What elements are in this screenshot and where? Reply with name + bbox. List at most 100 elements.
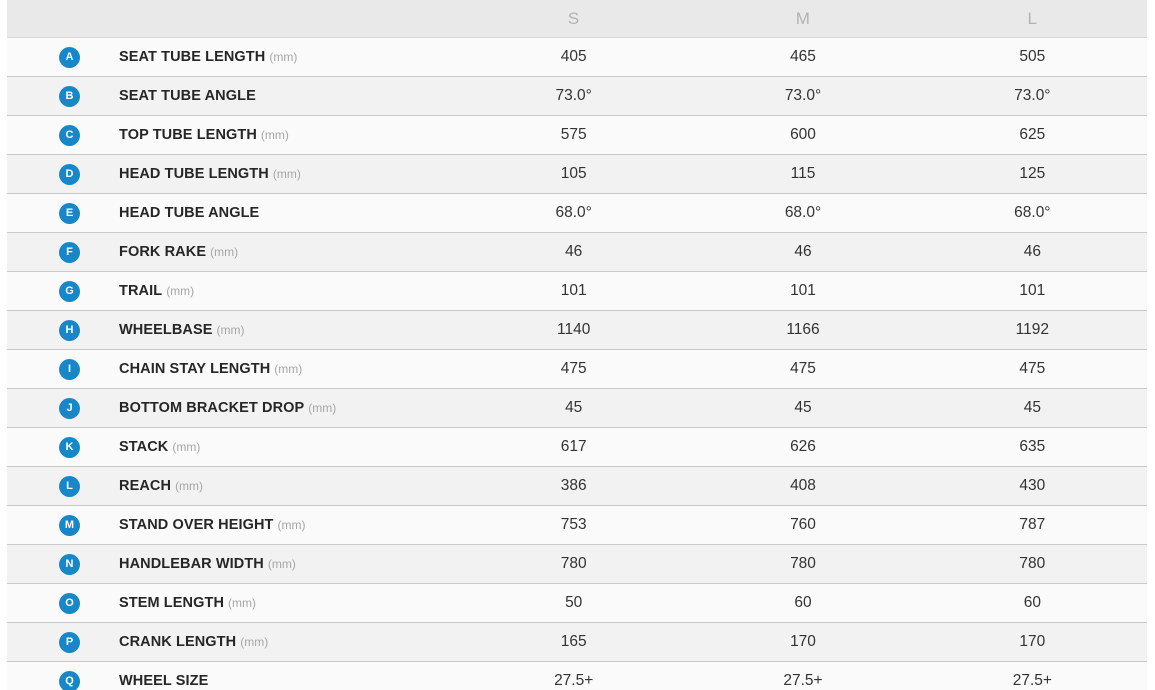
value-cell-l: 475 xyxy=(917,349,1147,389)
measurement-name: SEAT TUBE LENGTH xyxy=(119,49,266,65)
measurement-name: REACH xyxy=(119,478,172,494)
row-badge-cell: E xyxy=(7,193,119,233)
value-cell-m: 115 xyxy=(688,154,918,194)
row-badge-cell: H xyxy=(7,310,119,350)
row-badge-cell: O xyxy=(7,583,119,623)
measurement-unit: (mm) xyxy=(210,245,239,259)
value-cell-m: 780 xyxy=(688,544,918,584)
geometry-letter-badge: A xyxy=(59,46,80,68)
measurement-name: FORK RAKE xyxy=(119,244,207,260)
table-row: Q WHEEL SIZE 27.5+ 27.5+ 27.5+ xyxy=(7,661,1147,690)
measurement-unit: (mm) xyxy=(172,440,201,454)
value-cell-s: 68.0° xyxy=(459,193,689,233)
value-cell-s: 780 xyxy=(459,544,689,584)
geometry-letter-badge: I xyxy=(59,358,80,380)
geometry-letter-badge: Q xyxy=(59,670,80,690)
row-label-cell: WHEEL SIZE xyxy=(119,661,460,690)
header-row: S M L xyxy=(7,0,1147,38)
value-cell-l: 1192 xyxy=(917,310,1147,350)
row-badge-cell: P xyxy=(7,622,119,662)
header-size-l: L xyxy=(1027,8,1038,28)
value-cell-l: 68.0° xyxy=(917,193,1147,233)
row-label-cell: HEAD TUBE LENGTH (mm) xyxy=(119,154,460,194)
table-row: E HEAD TUBE ANGLE 68.0° 68.0° 68.0° xyxy=(7,193,1147,233)
measurement-name: CRANK LENGTH xyxy=(119,634,237,650)
value-cell-m: 626 xyxy=(688,427,918,467)
geometry-letter-badge: B xyxy=(59,85,80,107)
measurement-name: STAND OVER HEIGHT xyxy=(119,517,274,533)
value-cell-m: 760 xyxy=(688,505,918,545)
measurement-unit: (mm) xyxy=(274,362,303,376)
measurement-unit: (mm) xyxy=(308,401,337,415)
geometry-letter-badge: L xyxy=(59,475,80,497)
row-badge-cell: F xyxy=(7,232,119,272)
value-cell-l: 505 xyxy=(917,37,1147,77)
geometry-letter-badge: P xyxy=(59,631,80,653)
table-row: H WHEELBASE (mm) 1140 1166 1192 xyxy=(7,310,1147,350)
row-badge-cell: L xyxy=(7,466,119,506)
table-row: L REACH (mm) 386 408 430 xyxy=(7,466,1147,506)
row-label-cell: STEM LENGTH (mm) xyxy=(119,583,460,623)
table-row: A SEAT TUBE LENGTH (mm) 405 465 505 xyxy=(7,37,1147,77)
measurement-unit: (mm) xyxy=(166,284,195,298)
table-header: S M L xyxy=(7,0,1147,38)
row-label-cell: SEAT TUBE LENGTH (mm) xyxy=(119,37,460,77)
measurement-unit: (mm) xyxy=(228,596,256,610)
geometry-letter-badge: O xyxy=(59,592,80,614)
value-cell-l: 625 xyxy=(917,115,1147,155)
measurement-name: STACK xyxy=(119,439,169,455)
value-cell-l: 46 xyxy=(917,232,1147,272)
value-cell-m: 465 xyxy=(688,37,918,77)
measurement-name: WHEELBASE xyxy=(119,322,213,338)
value-cell-s: 617 xyxy=(459,427,689,467)
table-row: J BOTTOM BRACKET DROP (mm) 45 45 45 xyxy=(7,388,1147,428)
value-cell-m: 46 xyxy=(688,232,918,272)
measurement-unit: (mm) xyxy=(175,479,204,493)
row-badge-cell: Q xyxy=(7,661,119,690)
row-badge-cell: G xyxy=(7,271,119,311)
geometry-letter-badge: C xyxy=(59,124,80,146)
measurement-unit: (mm) xyxy=(277,518,306,532)
row-badge-cell: I xyxy=(7,349,119,389)
value-cell-s: 46 xyxy=(459,232,689,272)
value-cell-s: 753 xyxy=(459,505,689,545)
table-row: D HEAD TUBE LENGTH (mm) 105 115 125 xyxy=(7,154,1147,194)
row-label-cell: FORK RAKE (mm) xyxy=(119,232,460,272)
measurement-name: STEM LENGTH xyxy=(119,595,225,611)
measurement-unit: (mm) xyxy=(272,167,301,181)
geometry-letter-badge: K xyxy=(59,436,80,458)
geometry-table: S M L A SEAT TUBE LENGTH (mm) 405 465 505 B SEA… xyxy=(7,0,1147,690)
row-badge-cell: B xyxy=(7,76,119,116)
value-cell-m: 73.0° xyxy=(688,76,918,116)
row-label-cell: BOTTOM BRACKET DROP (mm) xyxy=(119,388,460,428)
row-label-cell: SEAT TUBE ANGLE xyxy=(119,76,460,116)
table-row: N HANDLEBAR WIDTH (mm) 780 780 780 xyxy=(7,544,1147,584)
row-label-cell: HEAD TUBE ANGLE xyxy=(119,193,460,233)
value-cell-l: 101 xyxy=(917,271,1147,311)
value-cell-s: 405 xyxy=(459,37,689,77)
geometry-letter-badge: M xyxy=(59,514,80,536)
measurement-name: HANDLEBAR WIDTH xyxy=(119,556,264,572)
value-cell-l: 73.0° xyxy=(917,76,1147,116)
row-label-cell: HANDLEBAR WIDTH (mm) xyxy=(119,544,460,584)
row-label-cell: REACH (mm) xyxy=(119,466,460,506)
table-row: O STEM LENGTH (mm) 50 60 60 xyxy=(7,583,1147,623)
measurement-name: CHAIN STAY LENGTH xyxy=(119,361,271,377)
header-size-s: S xyxy=(567,8,580,28)
value-cell-l: 780 xyxy=(917,544,1147,584)
value-cell-s: 165 xyxy=(459,622,689,662)
value-cell-m: 600 xyxy=(688,115,918,155)
row-badge-cell: C xyxy=(7,115,119,155)
measurement-name: TOP TUBE LENGTH xyxy=(119,127,257,143)
row-label-cell: CRANK LENGTH (mm) xyxy=(119,622,460,662)
geometry-letter-badge: G xyxy=(59,280,80,302)
value-cell-s: 73.0° xyxy=(459,76,689,116)
row-badge-cell: M xyxy=(7,505,119,545)
header-size-m: M xyxy=(795,8,811,28)
value-cell-m: 1166 xyxy=(688,310,918,350)
value-cell-l: 430 xyxy=(917,466,1147,506)
measurement-name: HEAD TUBE ANGLE xyxy=(119,205,260,221)
row-label-cell: STAND OVER HEIGHT (mm) xyxy=(119,505,460,545)
value-cell-s: 27.5+ xyxy=(459,661,689,690)
row-label-cell: CHAIN STAY LENGTH (mm) xyxy=(119,349,460,389)
